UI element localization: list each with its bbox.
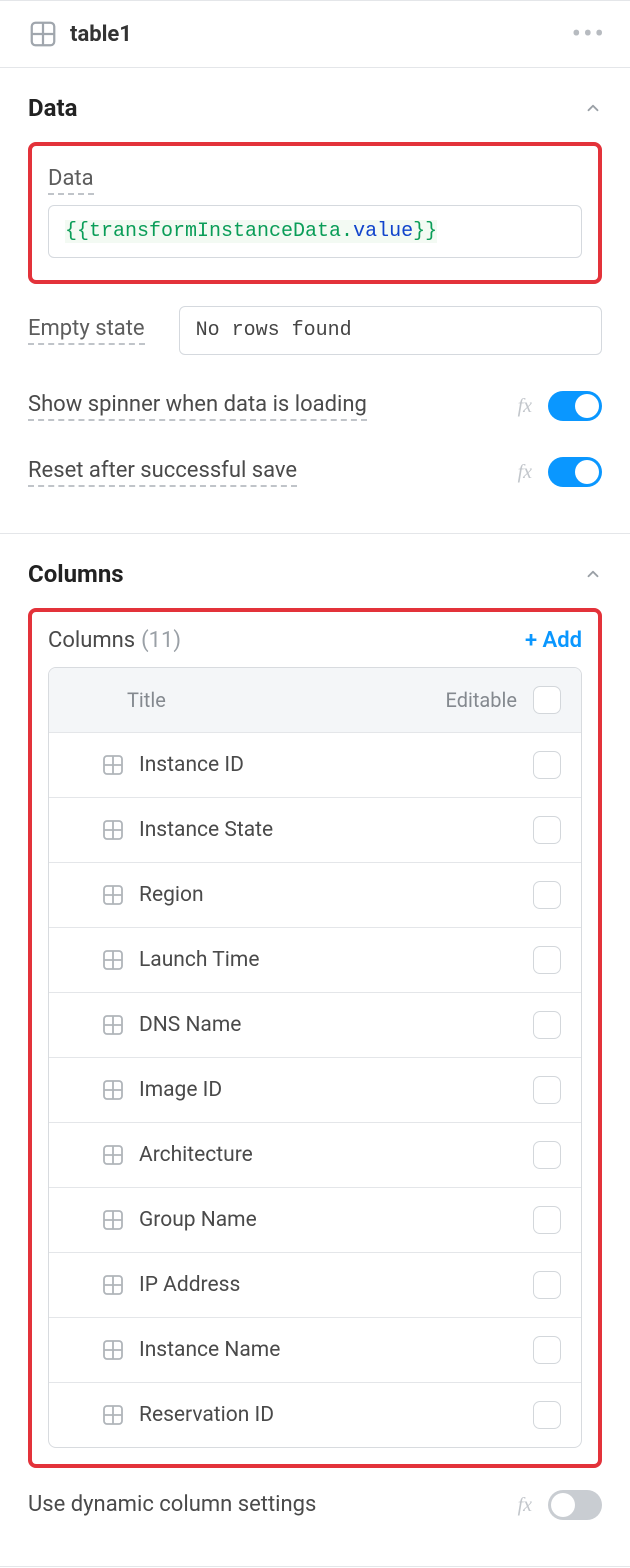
editable-checkbox[interactable] [533, 1336, 561, 1364]
column-title: Region [139, 883, 533, 907]
table-icon [101, 1013, 125, 1037]
editable-checkbox[interactable] [533, 881, 561, 909]
table-icon [101, 753, 125, 777]
table-row[interactable]: Image ID [49, 1057, 581, 1122]
section-title-data: Data [28, 94, 77, 122]
expr-close: }} [413, 220, 437, 243]
spinner-label: Show spinner when data is loading [28, 392, 367, 421]
column-title: Group Name [139, 1208, 533, 1232]
table-row[interactable]: IP Address [49, 1252, 581, 1317]
spinner-toggle[interactable] [548, 391, 602, 421]
editable-all-checkbox[interactable] [533, 686, 561, 714]
editable-checkbox[interactable] [533, 1011, 561, 1039]
fx-icon[interactable]: fx [518, 1494, 532, 1517]
expr-ident: transformInstanceData. [89, 220, 353, 243]
component-name[interactable]: table1 [70, 22, 572, 47]
editable-checkbox[interactable] [533, 751, 561, 779]
editable-checkbox[interactable] [533, 1206, 561, 1234]
columns-list-label: Columns [48, 628, 135, 653]
editable-checkbox[interactable] [533, 1141, 561, 1169]
dynamic-columns-toggle[interactable] [548, 1490, 602, 1520]
table-row[interactable]: Instance ID [49, 732, 581, 797]
fx-icon[interactable]: fx [518, 461, 532, 484]
chevron-up-icon [584, 99, 602, 117]
data-expression-input[interactable]: {{transformInstanceData.value}} [48, 205, 582, 258]
column-title: Instance State [139, 818, 533, 842]
dynamic-columns-label: Use dynamic column settings [28, 1492, 316, 1519]
editable-checkbox[interactable] [533, 1401, 561, 1429]
more-menu-icon[interactable]: ••• [572, 31, 606, 37]
add-column-button[interactable]: + Add [525, 628, 582, 653]
highlight-data-box: Data {{transformInstanceData.value}} [28, 142, 602, 284]
table-icon [101, 1338, 125, 1362]
fx-icon[interactable]: fx [518, 395, 532, 418]
chevron-up-icon [584, 565, 602, 583]
editable-checkbox[interactable] [533, 946, 561, 974]
column-title: Reservation ID [139, 1403, 533, 1427]
columns-header-editable: Editable [446, 688, 533, 712]
table-row[interactable]: Reservation ID [49, 1382, 581, 1447]
reset-label: Reset after successful save [28, 458, 297, 487]
table-row[interactable]: DNS Name [49, 992, 581, 1057]
editable-checkbox[interactable] [533, 1076, 561, 1104]
section-header-data[interactable]: Data [0, 68, 630, 142]
expr-prop: value [353, 220, 413, 243]
reset-toggle[interactable] [548, 457, 602, 487]
table-row[interactable]: Architecture [49, 1122, 581, 1187]
column-title: Instance Name [139, 1338, 533, 1362]
table-icon [101, 1273, 125, 1297]
table-row[interactable]: Launch Time [49, 927, 581, 992]
editable-checkbox[interactable] [533, 1271, 561, 1299]
section-title-columns: Columns [28, 560, 124, 588]
table-icon [101, 818, 125, 842]
empty-state-input[interactable]: No rows found [179, 306, 602, 355]
table-row[interactable]: Instance State [49, 797, 581, 862]
columns-count: (11) [141, 628, 525, 653]
table-icon [101, 948, 125, 972]
highlight-columns-box: Columns (11) + Add Title Editable Instan… [28, 608, 602, 1468]
table-icon [101, 883, 125, 907]
column-title: Image ID [139, 1078, 533, 1102]
columns-header-title: Title [69, 688, 446, 712]
expr-open: {{ [65, 220, 89, 243]
table-icon [101, 1208, 125, 1232]
empty-state-label: Empty state [28, 316, 145, 345]
column-title: Architecture [139, 1143, 533, 1167]
column-title: Instance ID [139, 753, 533, 777]
table-icon [101, 1078, 125, 1102]
table-row[interactable]: Instance Name [49, 1317, 581, 1382]
column-title: Launch Time [139, 948, 533, 972]
table-icon [101, 1403, 125, 1427]
column-title: DNS Name [139, 1013, 533, 1037]
table-icon [101, 1143, 125, 1167]
table-row[interactable]: Group Name [49, 1187, 581, 1252]
editable-checkbox[interactable] [533, 816, 561, 844]
data-field-label: Data [48, 166, 94, 195]
section-header-columns[interactable]: Columns [0, 534, 630, 608]
table-row[interactable]: Region [49, 862, 581, 927]
column-title: IP Address [139, 1273, 533, 1297]
table-icon [28, 19, 58, 49]
columns-table: Title Editable Instance ID Instance State… [48, 667, 582, 1448]
